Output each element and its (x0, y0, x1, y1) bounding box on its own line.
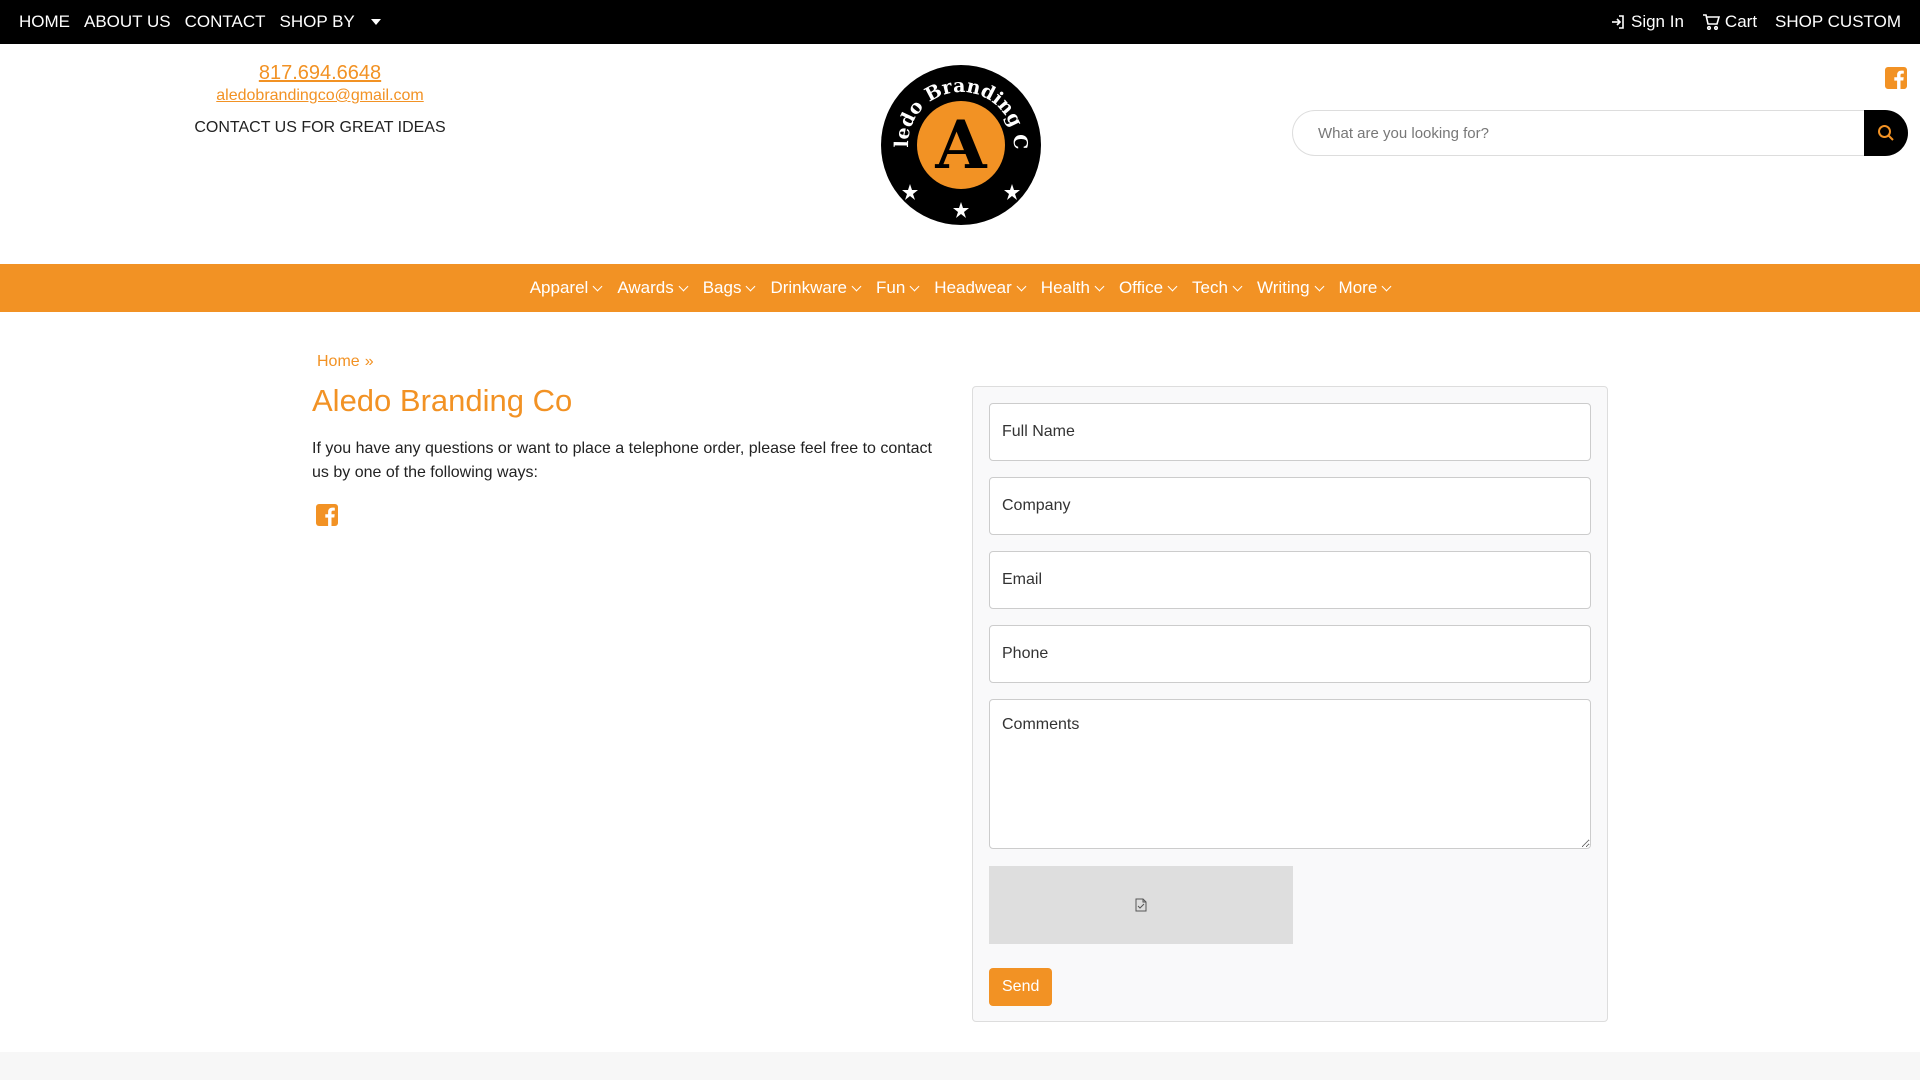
nav-home-link[interactable]: HOME (19, 12, 70, 32)
category-more[interactable]: More (1338, 278, 1392, 298)
category-headwear[interactable]: Headwear (934, 278, 1027, 298)
category-bags[interactable]: Bags (702, 278, 756, 298)
cart-icon (1702, 14, 1720, 30)
chevron-down-icon (678, 281, 689, 291)
email-field[interactable] (989, 551, 1591, 609)
category-label: Apparel (529, 278, 589, 297)
breadcrumb-home-link[interactable]: Home (317, 353, 360, 370)
chevron-down-icon (592, 281, 603, 291)
category-label: Headwear (934, 278, 1012, 297)
nav-contact-link[interactable]: CONTACT (185, 12, 266, 32)
category-label: Drinkware (770, 278, 847, 297)
breadcrumb: Home» (317, 353, 374, 371)
aledo-branding-logo[interactable]: Aledo Branding Co A (880, 64, 1042, 226)
category-fun[interactable]: Fun (876, 278, 920, 298)
send-button[interactable]: Send (989, 968, 1053, 1006)
header-email-link[interactable]: aledobrandingco@gmail.com (150, 87, 490, 105)
category-navigation: Apparel Awards Bags Drinkware Fun Headwear Hea… (0, 264, 1920, 312)
cart-label: Cart (1724, 12, 1758, 31)
header-contact-block: 817.694.6648 aledobrandingco@gmail.com C… (150, 62, 490, 137)
footer-strip (0, 1052, 1920, 1080)
top-navigation-bar: HOME ABOUT US CONTACT SHOP BY Sign In Ca… (0, 0, 1920, 44)
category-label: Health (1040, 278, 1090, 297)
header-tagline: CONTACT US FOR GREAT IDEAS (194, 119, 446, 136)
sign-in-link[interactable]: Sign In (1610, 12, 1684, 32)
category-label: More (1338, 278, 1378, 297)
chevron-down-icon (1232, 281, 1243, 291)
category-label: Awards (617, 278, 674, 297)
search-input[interactable] (1292, 110, 1864, 156)
category-awards[interactable]: Awards (617, 278, 689, 298)
nav-shop-by-label: SHOP BY (279, 12, 355, 31)
chevron-down-icon (851, 281, 862, 291)
category-apparel[interactable]: Apparel (529, 278, 603, 298)
contact-form: Send (972, 386, 1608, 1022)
top-nav-right: Sign In Cart SHOP CUSTOM (1592, 12, 1901, 32)
chevron-down-icon (1381, 281, 1392, 291)
chevron-down-icon (1094, 281, 1105, 291)
site-header: 817.694.6648 aledobrandingco@gmail.com C… (0, 44, 1920, 264)
category-label: Fun (876, 278, 906, 297)
facebook-icon[interactable] (315, 503, 339, 527)
document-icon (1135, 898, 1147, 912)
captcha-placeholder[interactable] (989, 866, 1293, 944)
header-phone-link[interactable]: 817.694.6648 (150, 62, 490, 85)
nav-shop-by-dropdown[interactable]: SHOP BY (280, 12, 381, 32)
category-label: Office (1118, 278, 1164, 297)
caret-down-icon (370, 19, 381, 25)
category-tech[interactable]: Tech (1192, 278, 1243, 298)
category-label: Tech (1192, 278, 1228, 297)
breadcrumb-separator: » (364, 353, 374, 370)
chevron-down-icon (1016, 281, 1027, 291)
category-label: Bags (702, 278, 742, 297)
category-office[interactable]: Office (1118, 278, 1178, 298)
chevron-down-icon (1314, 281, 1324, 291)
nav-about-link[interactable]: ABOUT US (84, 12, 171, 32)
comments-field[interactable] (989, 699, 1591, 849)
chevron-down-icon (909, 281, 920, 291)
contact-intro-text: If you have any questions or want to pla… (312, 440, 932, 481)
sign-in-icon (1611, 15, 1624, 29)
chevron-down-icon (746, 281, 756, 291)
company-field[interactable] (989, 477, 1591, 535)
search-bar (1292, 110, 1908, 156)
cart-link[interactable]: Cart (1702, 12, 1757, 32)
logo-letter: A (934, 106, 987, 184)
top-nav-left: HOME ABOUT US CONTACT SHOP BY (19, 12, 395, 32)
facebook-icon[interactable] (1884, 66, 1908, 90)
category-health[interactable]: Health (1040, 278, 1105, 298)
sign-in-label: Sign In (1630, 12, 1684, 31)
phone-field[interactable] (989, 625, 1591, 683)
page-title: Aledo Branding Co (312, 383, 573, 418)
full-name-field[interactable] (989, 403, 1591, 461)
search-icon (1878, 125, 1894, 141)
chevron-down-icon (1167, 281, 1178, 291)
category-writing[interactable]: Writing (1256, 278, 1324, 298)
category-drinkware[interactable]: Drinkware (770, 278, 862, 298)
search-button[interactable] (1864, 110, 1908, 156)
category-label: Writing (1256, 278, 1310, 297)
shop-custom-link[interactable]: SHOP CUSTOM (1775, 12, 1901, 32)
